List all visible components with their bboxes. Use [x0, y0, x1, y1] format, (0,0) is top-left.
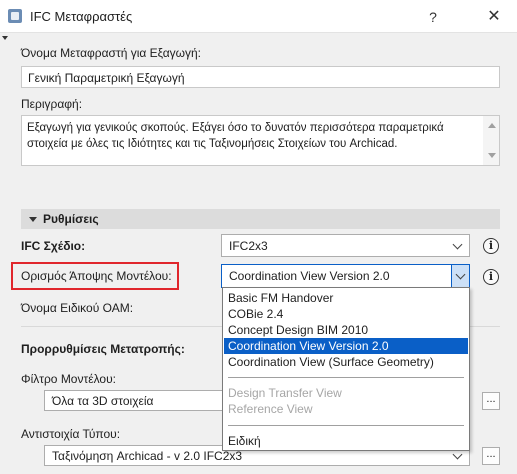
export-name-label: Όνομα Μεταφραστή για Εξαγωγή:: [21, 46, 202, 60]
collapse-triangle-icon: [29, 217, 37, 222]
collapse-marker-icon: [2, 36, 8, 40]
model-view-label: Ορισμός Άποψης Μοντέλου:: [21, 269, 172, 283]
dropdown-option[interactable]: Basic FM Handover: [224, 290, 468, 306]
type-mapping-label: Αντιστοιχία Τύπου:: [21, 427, 121, 441]
scroll-down-icon[interactable]: [488, 153, 496, 158]
oam-name-label: Όνομα Ειδικού ΟΑΜ:: [21, 301, 134, 315]
description-label: Περιγραφή:: [21, 97, 83, 111]
model-view-dropdown-toggle[interactable]: [451, 265, 469, 287]
app-icon: [8, 9, 22, 23]
dropdown-option-disabled: Reference View: [228, 402, 313, 416]
model-filter-label: Φίλτρο Μοντέλου:: [21, 372, 116, 386]
model-view-info-button[interactable]: i: [483, 269, 499, 285]
dropdown-option[interactable]: Concept Design BIM 2010: [224, 322, 468, 338]
model-view-select[interactable]: Coordination View Version 2.0: [221, 264, 470, 288]
dropdown-option-custom[interactable]: Ειδική: [224, 433, 468, 449]
dropdown-separator: [228, 377, 464, 378]
export-name-field[interactable]: Γενική Παραμετρική Εξαγωγή: [21, 66, 500, 88]
dropdown-option[interactable]: Coordination View (Surface Geometry): [224, 354, 468, 370]
model-view-value: Coordination View Version 2.0: [229, 269, 390, 283]
ifc-schema-label: IFC Σχέδιο:: [21, 239, 86, 253]
settings-section-label: Ρυθμίσεις: [43, 212, 99, 226]
dropdown-option[interactable]: COBie 2.4: [224, 306, 468, 322]
type-mapping-value: Ταξινόμηση Archicad - v 2.0 IFC2x3: [52, 449, 243, 463]
settings-section-header[interactable]: Ρυθμίσεις: [21, 209, 500, 229]
description-field[interactable]: Εξαγωγή για γενικούς σκοπούς. Εξάγει όσο…: [21, 115, 500, 166]
model-filter-more-button[interactable]: ...: [482, 392, 500, 410]
chevron-down-icon: [452, 239, 463, 250]
ifc-schema-select[interactable]: IFC2x3: [221, 234, 470, 257]
ifc-schema-info-button[interactable]: i: [483, 238, 499, 254]
dropdown-separator: [228, 425, 464, 426]
dropdown-option-disabled: Design Transfer View: [228, 386, 342, 400]
ifc-schema-value: IFC2x3: [229, 239, 268, 253]
dropdown-option-selected[interactable]: Coordination View Version 2.0: [224, 338, 468, 354]
description-value: Εξαγωγή για γενικούς σκοπούς. Εξάγει όσο…: [27, 122, 444, 150]
help-button[interactable]: ?: [420, 7, 446, 27]
type-mapping-more-button[interactable]: ...: [482, 447, 500, 465]
window-title: IFC Μεταφραστές: [30, 9, 133, 24]
close-button[interactable]: ✕: [480, 6, 508, 28]
export-name-value: Γενική Παραμετρική Εξαγωγή: [28, 71, 185, 85]
model-view-dropdown-list: Basic FM Handover COBie 2.4 Concept Desi…: [222, 287, 470, 451]
chevron-down-icon: [452, 449, 463, 460]
title-bar: IFC Μεταφραστές ? ✕: [0, 0, 517, 33]
model-filter-value: Όλα τα 3D στοιχεία: [52, 394, 154, 408]
scroll-up-icon[interactable]: [488, 123, 496, 128]
description-scrollbar[interactable]: [483, 116, 499, 165]
presets-title: Προρρυθμίσεις Μετατροπής:: [21, 342, 185, 356]
chevron-down-icon: [455, 269, 466, 280]
